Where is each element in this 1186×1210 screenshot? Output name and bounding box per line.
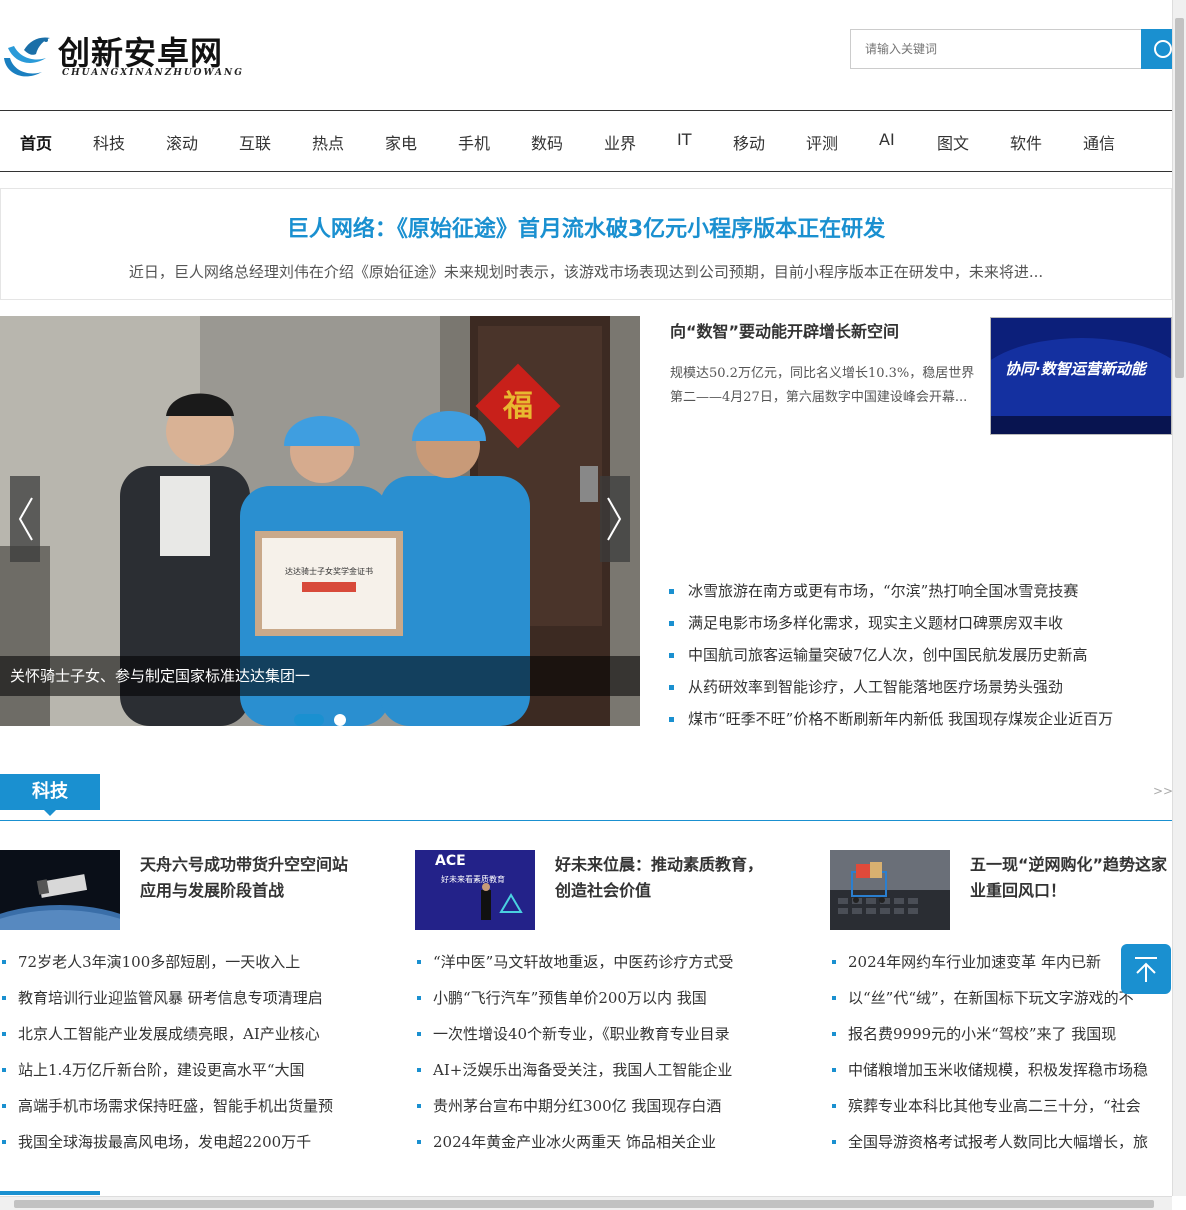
- column-headline[interactable]: 好未来位晨：推动素质教育，创造社会价值: [555, 852, 775, 904]
- back-to-top-button[interactable]: [1121, 944, 1171, 994]
- nav-item-phone[interactable]: 手机: [458, 130, 490, 154]
- list-item[interactable]: AI+泛娱乐出海备受关注，我国人工智能企业: [415, 1056, 775, 1092]
- section-header-tech: 科技 >>: [0, 774, 1173, 821]
- headline-block: 巨人网络：《原始征途》首月流水破3亿元小程序版本正在研发 近日，巨人网络总经理刘…: [0, 188, 1172, 300]
- column-thumbnail[interactable]: [830, 850, 950, 930]
- nav-item-telecom[interactable]: 通信: [1083, 130, 1115, 154]
- column-thumbnail[interactable]: ACE 好未来看素质教育: [415, 850, 535, 930]
- search-input[interactable]: [851, 30, 1141, 68]
- list-item[interactable]: 北京人工智能产业发展成绩亮眼，AI产业核心: [0, 1020, 360, 1056]
- section-title[interactable]: 科技: [0, 774, 100, 816]
- search-button[interactable]: [1141, 29, 1173, 69]
- list-item[interactable]: 全国导游资格考试报考人数同比大幅增长，旅: [830, 1128, 1172, 1160]
- certificate-text: 达达骑士子女奖学金证书: [285, 566, 373, 576]
- headline-title[interactable]: 巨人网络：《原始征途》首月流水破3亿元小程序版本正在研发: [1, 211, 1171, 243]
- news-list: 冰雪旅游在南方或更有市场，“尔滨”热打响全国冰雪竞技赛 满足电影市场多样化需求，…: [668, 578, 1172, 738]
- more-link[interactable]: >>: [1153, 784, 1173, 798]
- column-list: “洋中医”马文轩故地重返，中医药诊疗方式受 小鹏“飞行汽车”预售单价200万以内…: [415, 948, 775, 1164]
- nav-item-hot[interactable]: 热点: [312, 130, 344, 154]
- list-item[interactable]: 教育培训行业迎监管风暴 研考信息专项清理启: [0, 984, 360, 1020]
- list-item[interactable]: 满足电影市场多样化需求，现实主义题材口碑票房双丰收: [668, 610, 1172, 642]
- horizontal-scrollbar[interactable]: [0, 1196, 1172, 1210]
- arrow-up-icon: [1135, 957, 1157, 982]
- column-thumbnail[interactable]: [0, 850, 120, 930]
- column-list: 72岁老人3年演100多部短剧，一天收入上 教育培训行业迎监管风暴 研考信息专项…: [0, 948, 360, 1164]
- list-item[interactable]: 冰雪旅游在南方或更有市场，“尔滨”热打响全国冰雪竞技赛: [668, 578, 1172, 610]
- chevron-right-icon: [607, 497, 622, 541]
- headline-summary: 近日，巨人网络总经理刘伟在介绍《原始征途》未来规划时表示，该游戏市场表现达到公司…: [128, 263, 1044, 281]
- column-headline[interactable]: 天舟六号成功带货升空空间站应用与发展阶段首战: [140, 852, 360, 904]
- site-logo[interactable]: 创新安卓网 CHUANGXINANZHUOWANG: [0, 26, 242, 86]
- column-headline[interactable]: 五一现“逆网购化”趋势这家业重回风口！: [970, 852, 1172, 904]
- list-item[interactable]: 报名费9999元的小米“驾校”来了 我国现: [830, 1020, 1172, 1056]
- list-item[interactable]: 我国全球海拔最高风电场，发电超2200万千: [0, 1128, 360, 1164]
- fu-character: 福: [502, 389, 533, 424]
- list-item[interactable]: 从药研效率到智能诊疗，人工智能落地医疗场景势头强劲: [668, 674, 1172, 706]
- nav-item-appliance[interactable]: 家电: [385, 130, 417, 154]
- news-column-3: 五一现“逆网购化”趋势这家业重回风口！ 2024年网约车行业加速变革 年内已新 …: [830, 850, 1172, 1160]
- nav-item-it[interactable]: IT: [677, 130, 692, 149]
- image-slider[interactable]: 福 达达骑士子女奖学金证书 关怀骑士子女、参与制定国家标准达达集团一: [0, 316, 640, 726]
- slider-prev-button[interactable]: [10, 476, 40, 562]
- logo-pinyin: CHUANGXINANZHUOWANG: [62, 68, 244, 78]
- vertical-scrollbar[interactable]: [1172, 0, 1186, 1196]
- shopping-cart-image: [830, 850, 950, 930]
- horizontal-scrollbar-thumb[interactable]: [14, 1200, 1154, 1208]
- search-icon: [1154, 40, 1172, 58]
- nav-item-home[interactable]: 首页: [20, 130, 52, 154]
- main-nav: 首页 科技 滚动 互联 热点 家电 手机 数码 业界 IT 移动 评测 AI 图…: [0, 110, 1172, 172]
- news-column-2: ACE 好未来看素质教育 好未来位晨：推动素质教育，创造社会价值 “洋中医”马文…: [415, 850, 775, 1160]
- nav-item-digital[interactable]: 数码: [531, 130, 563, 154]
- list-item[interactable]: 高端手机市场需求保持旺盛，智能手机出货量预: [0, 1092, 360, 1128]
- bird-logo-icon: [4, 37, 50, 77]
- slide-caption[interactable]: 关怀骑士子女、参与制定国家标准达达集团一: [0, 656, 640, 696]
- nav-item-ai[interactable]: AI: [879, 130, 895, 149]
- nav-item-software[interactable]: 软件: [1010, 130, 1042, 154]
- list-item[interactable]: 2024年黄金产业冰火两重天 饰品相关企业: [415, 1128, 775, 1164]
- thumb-sub-text: 好未来看素质教育: [441, 874, 505, 884]
- spacecraft-image: [0, 850, 120, 930]
- section-underline: [0, 1191, 100, 1195]
- list-item[interactable]: 中国航司旅客运输量突破7亿人次，创中国民航发展历史新高: [668, 642, 1172, 674]
- slider-next-button[interactable]: [600, 476, 630, 562]
- feature-summary: 规模达50.2万亿元，同比名义增长10.3%，稳居世界第二——4月27日，第六届…: [670, 366, 975, 405]
- conference-image: ACE 好未来看素质教育: [415, 850, 535, 930]
- vertical-scrollbar-thumb[interactable]: [1175, 18, 1184, 378]
- list-item[interactable]: 小鹏“飞行汽车”预售单价200万以内 我国: [415, 984, 775, 1020]
- list-item[interactable]: 一次性增设40个新专业，《职业教育专业目录: [415, 1020, 775, 1056]
- site-header: 创新安卓网 CHUANGXINANZHUOWANG: [0, 0, 1173, 110]
- feature-title[interactable]: 向“数智”要动能开辟增长新空间: [670, 318, 899, 342]
- nav-item-gallery[interactable]: 图文: [937, 130, 969, 154]
- thumb-logo-text: ACE: [435, 853, 466, 869]
- list-item[interactable]: “洋中医”马文轩故地重返，中医药诊疗方式受: [415, 948, 775, 984]
- list-item[interactable]: 殡葬专业本科比其他专业高二三十分，“社会: [830, 1092, 1172, 1128]
- feature-image-text: 协同·数智运营新动能: [1005, 360, 1148, 378]
- feature-image[interactable]: 协同·数智运营新动能: [990, 317, 1172, 435]
- list-item[interactable]: 贵州茅台宣布中期分红300亿 我国现存白酒: [415, 1092, 775, 1128]
- news-column-1: 天舟六号成功带货升空空间站应用与发展阶段首战 72岁老人3年演100多部短剧，一…: [0, 850, 360, 1160]
- search-box: [850, 29, 1173, 69]
- slider-dot[interactable]: [334, 714, 346, 726]
- nav-item-review[interactable]: 评测: [806, 130, 838, 154]
- nav-item-mobile[interactable]: 移动: [733, 130, 765, 154]
- list-item[interactable]: 72岁老人3年演100多部短剧，一天收入上: [0, 948, 360, 984]
- feature-image-art: 协同·数智运营新动能: [991, 318, 1171, 434]
- chevron-left-icon: [18, 497, 33, 541]
- nav-item-rolling[interactable]: 滚动: [166, 130, 198, 154]
- nav-item-internet[interactable]: 互联: [239, 130, 271, 154]
- nav-item-tech[interactable]: 科技: [93, 130, 125, 154]
- list-item[interactable]: 煤市“旺季不旺”价格不断刷新年内新低 我国现存煤炭企业近百万: [668, 706, 1172, 738]
- slider-dot[interactable]: [294, 714, 324, 726]
- list-item[interactable]: 中储粮增加玉米收储规模，积极发挥稳市场稳: [830, 1056, 1172, 1092]
- nav-item-industry[interactable]: 业界: [604, 130, 636, 154]
- list-item[interactable]: 站上1.4万亿斤新台阶，建设更高水平“大国: [0, 1056, 360, 1092]
